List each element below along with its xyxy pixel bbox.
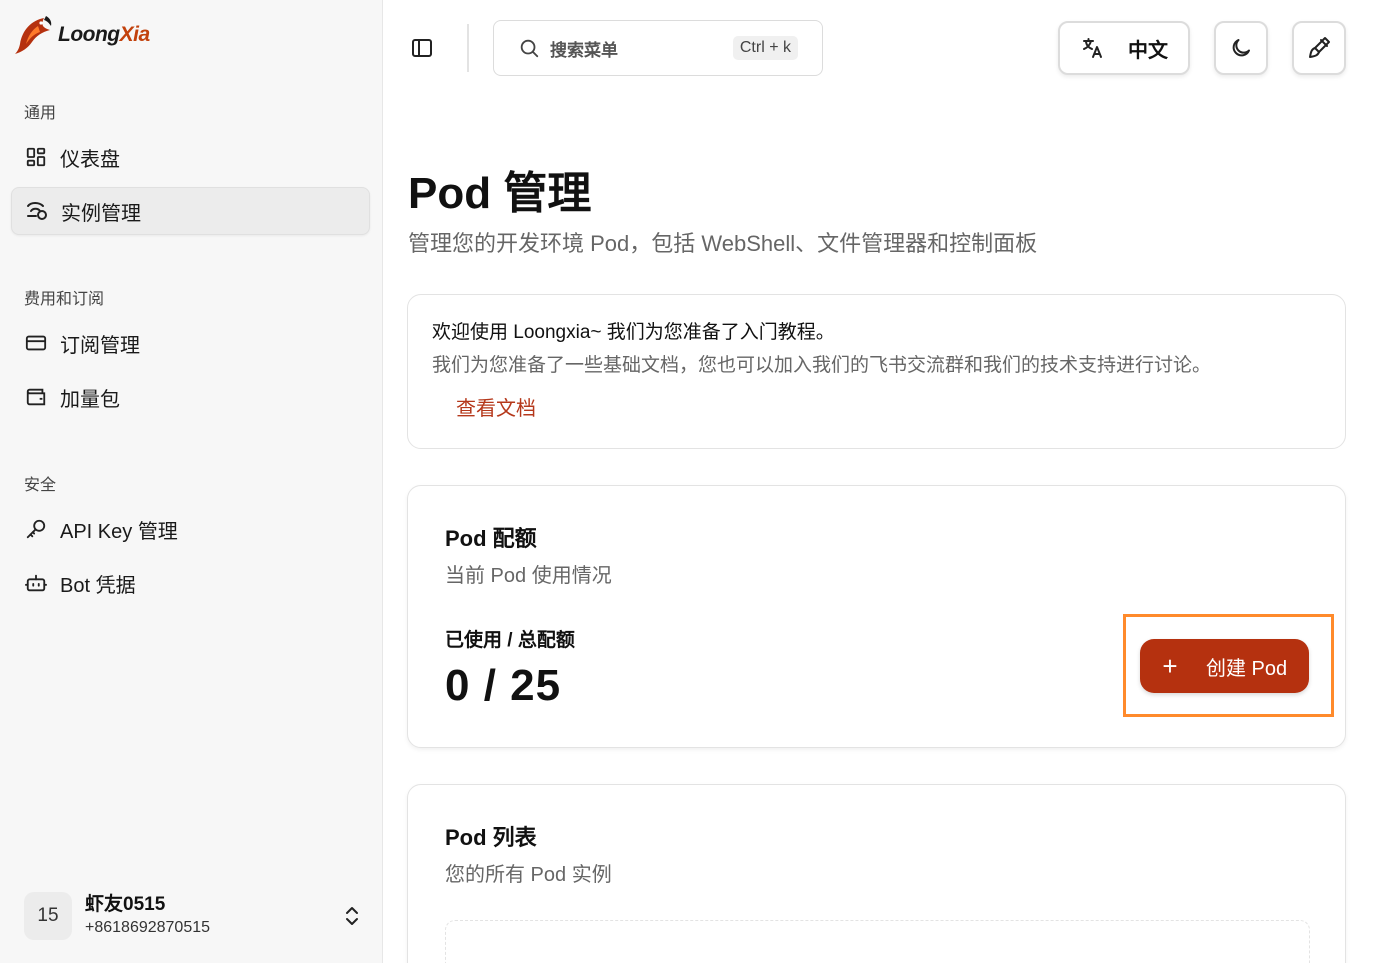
page-title: Pod 管理 bbox=[408, 169, 592, 218]
user-menu[interactable]: 15 虾友0515 +8618692870515 bbox=[24, 889, 364, 943]
sidebar-item-label: 实例管理 bbox=[61, 202, 141, 225]
wallet-icon bbox=[24, 385, 48, 409]
dragon-logo-icon bbox=[15, 16, 52, 54]
language-label: 中文 bbox=[1128, 39, 1168, 62]
welcome-card: 欢迎使用 Loongxia~ 我们为您准备了入门教程。 我们为您准备了一些基础文… bbox=[407, 294, 1346, 449]
paintbrush-icon bbox=[1309, 37, 1330, 58]
view-docs-link[interactable]: 查看文档 bbox=[456, 392, 536, 421]
search-shortcut-badge: Ctrl + k bbox=[732, 36, 798, 60]
section-label-general: 通用 bbox=[24, 105, 57, 122]
sidebar-item-bot-credentials[interactable]: Bot 凭据 bbox=[11, 559, 370, 607]
bot-icon bbox=[24, 571, 48, 595]
quota-usage-value: 0 / 25 bbox=[445, 661, 562, 710]
customize-theme-button[interactable] bbox=[1292, 21, 1346, 75]
chevrons-up-down-icon[interactable] bbox=[340, 904, 364, 928]
sidebar-item-label: API Key 管理 bbox=[60, 520, 178, 543]
quota-title: Pod 配额 bbox=[445, 526, 537, 551]
user-name: 虾友0515 bbox=[85, 894, 166, 915]
create-pod-label: 创建 Pod bbox=[1206, 657, 1288, 680]
key-icon bbox=[24, 517, 48, 541]
sidebar-item-addon-pack[interactable]: 加量包 bbox=[11, 373, 370, 421]
quota-desc: 当前 Pod 使用情况 bbox=[445, 565, 612, 587]
section-label-billing: 费用和订阅 bbox=[24, 291, 105, 308]
theme-toggle-button[interactable] bbox=[1214, 21, 1268, 75]
sidebar-item-label: 仪表盘 bbox=[60, 148, 120, 171]
credit-card-icon bbox=[24, 331, 48, 355]
pod-list-card: Pod 列表 您的所有 Pod 实例 bbox=[407, 784, 1346, 963]
sidebar: LoongXia 通用 仪表盘 实例管理 费用和订阅 订阅管理 加量包 安全 A… bbox=[0, 0, 383, 963]
user-phone: +8618692870515 bbox=[85, 919, 211, 936]
language-switch-button[interactable]: 中文 bbox=[1058, 21, 1190, 75]
search-menu-input[interactable]: 搜索菜单 Ctrl + k bbox=[493, 20, 823, 76]
pod-list-desc: 您的所有 Pod 实例 bbox=[445, 864, 612, 886]
moon-icon bbox=[1232, 39, 1250, 57]
dashboard-icon bbox=[24, 145, 48, 169]
user-info: 虾友0515 +8618692870515 bbox=[85, 893, 340, 939]
avatar: 15 bbox=[24, 892, 72, 940]
sidebar-item-label: 订阅管理 bbox=[60, 334, 140, 357]
sidebar-item-label: Bot 凭据 bbox=[60, 574, 136, 597]
panel-left-icon bbox=[412, 39, 432, 57]
search-placeholder: 搜索菜单 bbox=[550, 40, 618, 60]
plus-icon: + bbox=[1162, 651, 1178, 681]
pod-list-title: Pod 列表 bbox=[445, 825, 537, 850]
sidebar-item-api-keys[interactable]: API Key 管理 bbox=[11, 505, 370, 553]
sidebar-item-label: 加量包 bbox=[60, 388, 120, 411]
instance-icon bbox=[25, 199, 49, 223]
sidebar-item-dashboard[interactable]: 仪表盘 bbox=[11, 133, 370, 181]
sidebar-toggle-button[interactable] bbox=[406, 32, 438, 64]
welcome-text: 我们为您准备了一些基础文档，您也可以加入我们的飞书交流群和我们的技术支持进行讨论… bbox=[432, 355, 1212, 376]
page-subtitle: 管理您的开发环境 Pod，包括 WebShell、文件管理器和控制面板 bbox=[408, 231, 1038, 256]
brand-name: LoongXia bbox=[58, 23, 150, 46]
welcome-title: 欢迎使用 Loongxia~ 我们为您准备了入门教程。 bbox=[432, 322, 835, 343]
quota-usage-label: 已使用 / 总配额 bbox=[445, 630, 575, 651]
section-label-security: 安全 bbox=[24, 477, 57, 494]
create-pod-button[interactable]: + 创建 Pod bbox=[1140, 639, 1309, 693]
pod-list-empty-area bbox=[445, 920, 1310, 963]
search-icon bbox=[520, 39, 539, 58]
topbar-divider bbox=[467, 24, 469, 72]
logo[interactable]: LoongXia bbox=[14, 14, 150, 56]
sidebar-item-instances[interactable]: 实例管理 bbox=[11, 187, 370, 235]
sidebar-item-subscription[interactable]: 订阅管理 bbox=[11, 319, 370, 367]
translate-icon bbox=[1083, 38, 1102, 58]
